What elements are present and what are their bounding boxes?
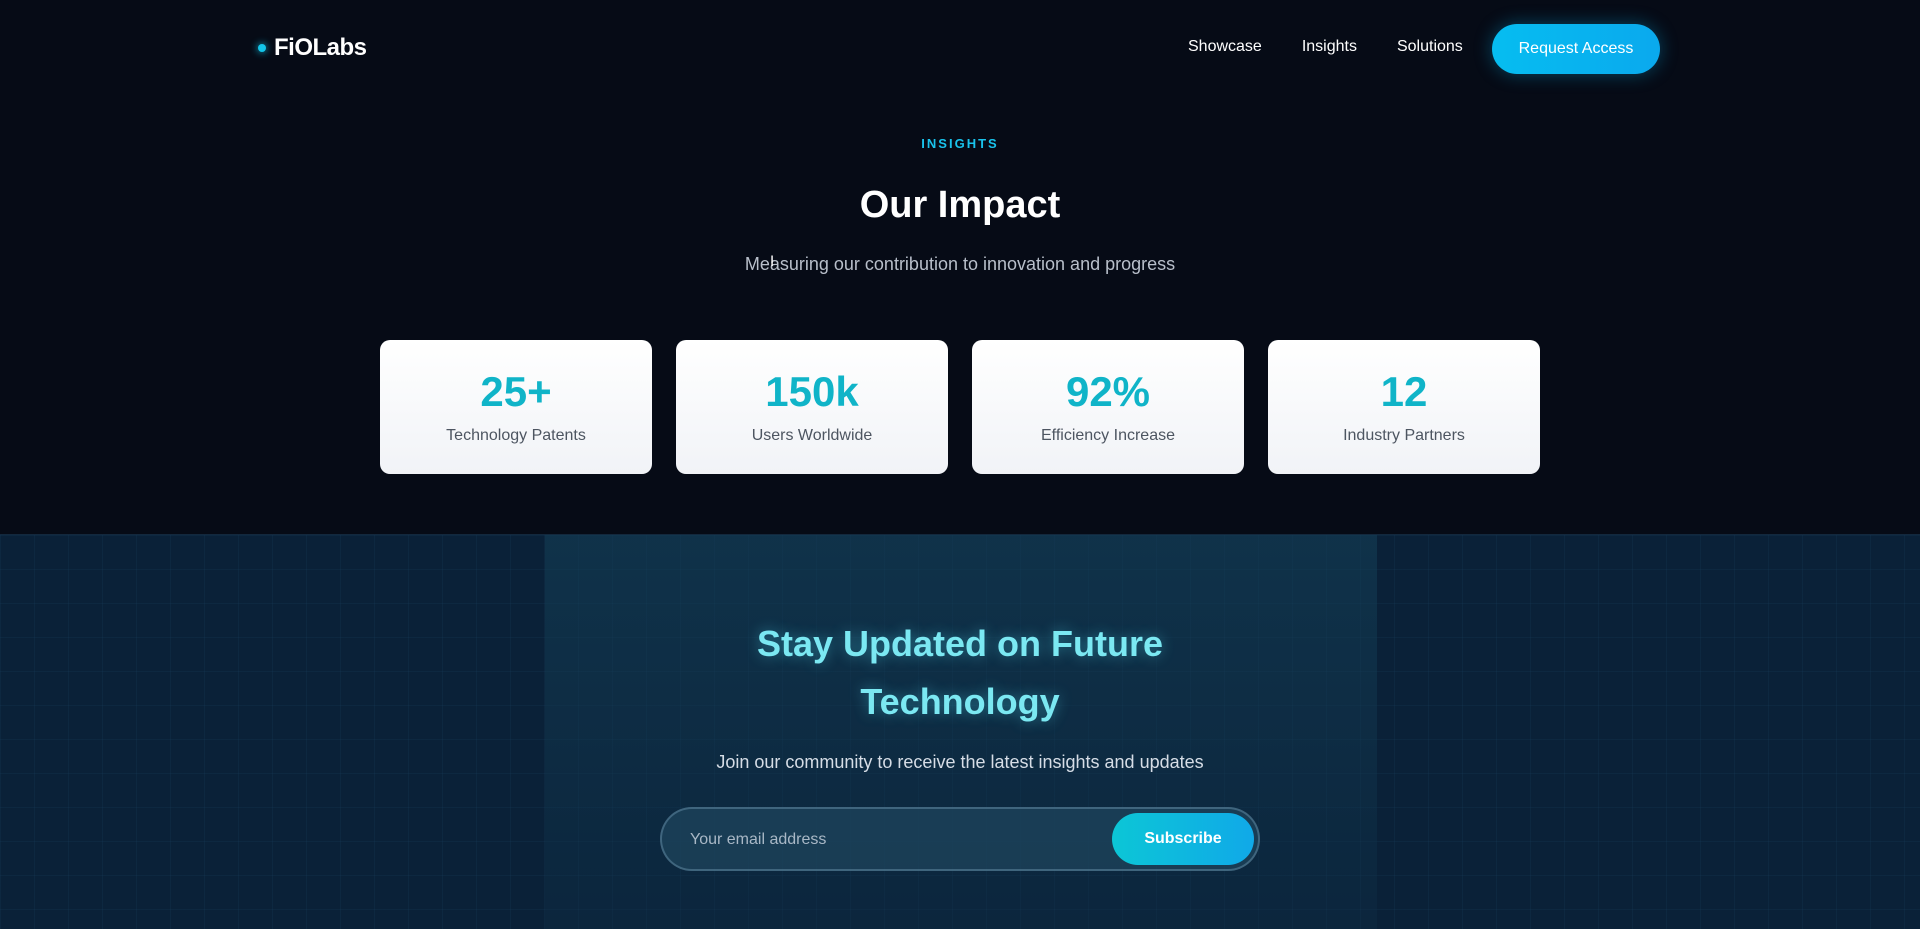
page: FiOLabs Showcase Insights Solutions Requ…	[0, 0, 1920, 929]
subscribe-button[interactable]: Subscribe	[1112, 813, 1254, 865]
logo-text: FiOLabs	[274, 34, 367, 61]
request-access-button[interactable]: Request Access	[1492, 24, 1660, 74]
nav-link-solutions[interactable]: Solutions	[1397, 38, 1463, 56]
top-nav: FiOLabs Showcase Insights Solutions Requ…	[0, 0, 1920, 98]
stat-value: 92%	[1065, 368, 1151, 415]
stat-value: 12	[1380, 368, 1428, 415]
newsletter-section: Stay Updated on Future Technology Join o…	[0, 534, 1920, 929]
stat-card: 12 Industry Partners	[1268, 340, 1540, 474]
newsletter-subtitle: Join our community to receive the latest…	[716, 752, 1204, 772]
stat-value: 150k	[765, 368, 859, 415]
stats-grid: 25+ Technology Patents 150k Users Worldw…	[380, 340, 1540, 474]
stat-card: 25+ Technology Patents	[380, 340, 652, 474]
nav-link-showcase[interactable]: Showcase	[1188, 38, 1262, 56]
stat-label: Efficiency Increase	[1041, 427, 1175, 444]
newsletter-title-line1: Stay Updated on Future	[756, 623, 1164, 664]
stat-value: 25+	[480, 368, 552, 415]
section-eyebrow: INSIGHTS	[921, 136, 999, 151]
newsletter-title-line2: Technology	[860, 681, 1060, 722]
section-title: Our Impact	[859, 184, 1061, 226]
text-cursor-icon: I	[770, 254, 775, 270]
logo-dot-icon	[258, 44, 266, 52]
logo[interactable]: FiOLabs	[258, 34, 367, 62]
stat-label: Industry Partners	[1343, 427, 1465, 444]
stat-label: Users Worldwide	[751, 427, 873, 444]
nav-link-insights[interactable]: Insights	[1302, 38, 1357, 56]
newsletter-title: Stay Updated on Future Technology	[0, 615, 1920, 731]
section-subtitle: Measuring our contribution to innovation…	[744, 254, 1176, 274]
stat-card: 150k Users Worldwide	[676, 340, 948, 474]
nav-links: Showcase Insights Solutions	[1188, 38, 1463, 56]
subscribe-form: Subscribe	[660, 807, 1260, 871]
stat-card: 92% Efficiency Increase	[972, 340, 1244, 474]
email-input[interactable]	[690, 827, 1090, 853]
stat-label: Technology Patents	[446, 427, 586, 444]
